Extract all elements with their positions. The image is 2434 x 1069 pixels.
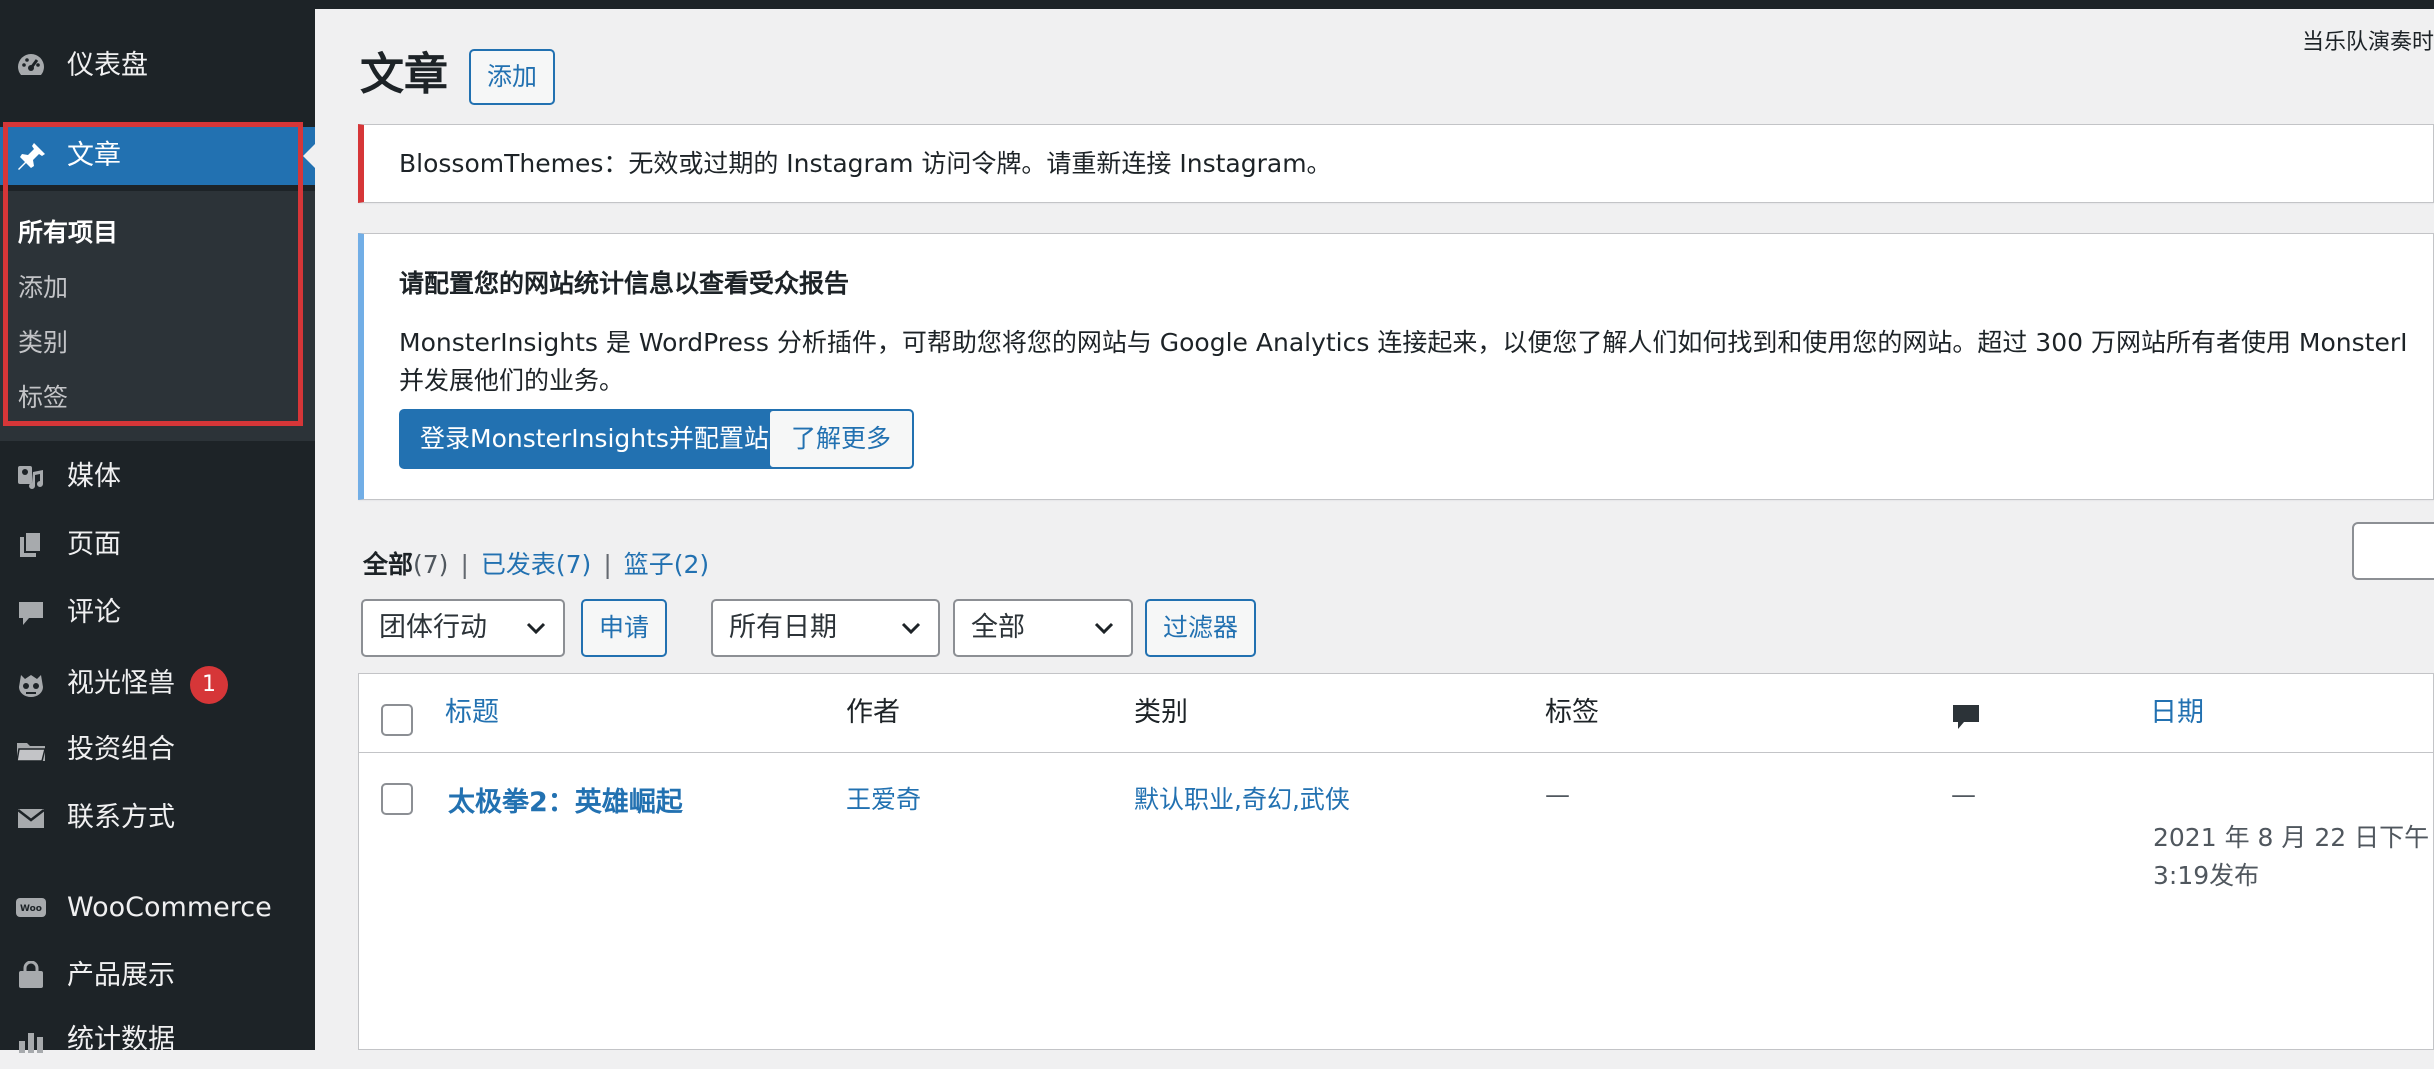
sidebar-item-label: 文章 [67, 140, 121, 171]
column-title-header[interactable]: 标题 [445, 674, 499, 752]
sidebar-item-comments[interactable]: 评论 [0, 584, 315, 642]
sidebar-item-pages[interactable]: 页面 [0, 516, 315, 574]
main-content: 文章 添加 当乐队演奏时 BlossomThemes：无效或过期的 Instag… [315, 9, 2434, 1050]
submenu-all-posts[interactable]: 所有项目 [18, 213, 118, 253]
sidebar-item-label: 评论 [67, 597, 121, 628]
product-bag-icon [14, 961, 48, 991]
page-title: 文章 [360, 49, 448, 100]
posts-table: 标题 作者 类别 标签 日期 太极拳2：英雄崛起 王爱奇 默认职业,奇幻,武侠 … [358, 673, 2434, 1050]
submenu-categories[interactable]: 类别 [18, 323, 68, 363]
sidebar-item-label: 统计数据 [67, 1024, 175, 1055]
portfolio-folder-icon [14, 735, 48, 765]
sidebar-item-contact[interactable]: 联系方式 [0, 789, 315, 847]
sidebar-item-label: WooCommerce [67, 892, 272, 923]
sidebar-item-woocommerce[interactable]: Woo WooCommerce [0, 879, 315, 937]
search-input[interactable] [2352, 522, 2434, 580]
post-title-link[interactable]: 太极拳2：英雄崛起 [448, 780, 683, 819]
sidebar-item-label: 媒体 [67, 461, 121, 492]
notice-heading: 请配置您的网站统计信息以查看受众报告 [399, 269, 850, 298]
column-categories-header: 类别 [1134, 697, 1188, 728]
chevron-down-icon [901, 622, 921, 635]
filter-all[interactable]: 全部(7) [363, 550, 448, 579]
admin-top-bar [0, 0, 2434, 9]
monsterinsights-notice: 请配置您的网站统计信息以查看受众报告 MonsterInsights 是 Wor… [358, 233, 2434, 500]
filter-separator: | [460, 550, 469, 579]
dashboard-icon [14, 51, 48, 81]
sidebar-item-products[interactable]: 产品展示 [0, 947, 315, 1005]
sidebar-item-dashboard[interactable]: 仪表盘 [0, 37, 315, 95]
sidebar-item-label: 产品展示 [67, 960, 175, 991]
sidebar-item-label: 联系方式 [67, 802, 175, 833]
post-date-line-2: 3:19发布 [2153, 861, 2260, 890]
sidebar-item-portfolio[interactable]: 投资组合 [0, 721, 315, 779]
filter-published[interactable]: 已发表(7) [481, 550, 591, 579]
admin-sidebar: 仪表盘 文章 所有项目 添加 类别 标签 媒体 页面 评论 视光怪兽 1 投资组… [0, 0, 315, 1055]
post-categories-links[interactable]: 默认职业,奇幻,武侠 [1134, 780, 1350, 816]
sidebar-item-monster[interactable]: 视光怪兽 [0, 655, 315, 713]
learn-more-button[interactable]: 了解更多 [768, 409, 915, 469]
date-filter-select[interactable]: 所有日期 [711, 599, 940, 657]
pages-icon [14, 530, 48, 560]
column-tags-header: 标签 [1545, 697, 1599, 728]
bulk-action-select[interactable]: 团体行动 [361, 599, 565, 657]
notice-body-line-2: 并发展他们的业务。 [399, 366, 625, 395]
current-menu-arrow [303, 144, 315, 168]
notice-body-line-1: MonsterInsights 是 WordPress 分析插件，可帮助您将您的… [399, 328, 2408, 357]
post-date-line-1: 2021 年 8 月 22 日下午 [2153, 823, 2430, 852]
sidebar-item-label: 页面 [67, 529, 121, 560]
table-header: 标题 作者 类别 标签 日期 [359, 674, 2433, 753]
row-checkbox[interactable] [381, 783, 413, 815]
comment-icon [14, 598, 48, 628]
monster-icon [14, 669, 48, 699]
pushpin-icon [14, 141, 48, 171]
submenu-add-new[interactable]: 添加 [18, 268, 68, 308]
sidebar-item-label: 投资组合 [67, 734, 175, 765]
post-tags: — [1545, 780, 1570, 809]
comment-icon[interactable] [1951, 702, 1981, 732]
error-notice-text: BlossomThemes：无效或过期的 Instagram 访问令牌。请重新连… [399, 149, 1332, 178]
category-filter-select[interactable]: 全部 [953, 599, 1133, 657]
column-date-header[interactable]: 日期 [2150, 674, 2204, 752]
screen-options-text: 当乐队演奏时 [2301, 30, 2434, 55]
filter-button[interactable]: 过滤器 [1145, 599, 1257, 657]
filter-trash[interactable]: 篮子(2) [624, 550, 709, 579]
svg-text:Woo: Woo [20, 904, 42, 914]
notification-badge: 1 [190, 666, 228, 704]
filter-separator: | [603, 550, 612, 579]
apply-button[interactable]: 申请 [581, 599, 668, 657]
media-icon [14, 462, 48, 492]
sidebar-item-posts[interactable]: 文章 [0, 127, 315, 185]
stats-icon [14, 1025, 48, 1055]
chevron-down-icon [1094, 622, 1114, 635]
instagram-error-notice: BlossomThemes：无效或过期的 Instagram 访问令牌。请重新连… [358, 124, 2434, 203]
sidebar-item-media[interactable]: 媒体 [0, 448, 315, 506]
woocommerce-icon: Woo [14, 893, 48, 923]
chevron-down-icon [526, 622, 546, 635]
sidebar-item-stats[interactable]: 统计数据 [0, 1011, 315, 1069]
post-author-link[interactable]: 王爱奇 [846, 780, 921, 816]
select-all-checkbox[interactable] [381, 704, 413, 736]
add-new-post-button[interactable]: 添加 [469, 49, 556, 105]
envelope-icon [14, 803, 48, 833]
sidebar-item-label: 仪表盘 [67, 50, 148, 81]
submenu-tags[interactable]: 标签 [18, 378, 68, 418]
post-comments: — [1951, 780, 1976, 809]
column-author-header: 作者 [846, 697, 900, 728]
posts-submenu: 所有项目 添加 类别 标签 [0, 191, 315, 441]
post-status-filters: 全部(7) | 已发表(7) | 篮子(2) [363, 545, 709, 581]
sidebar-item-label: 视光怪兽 [67, 668, 175, 699]
